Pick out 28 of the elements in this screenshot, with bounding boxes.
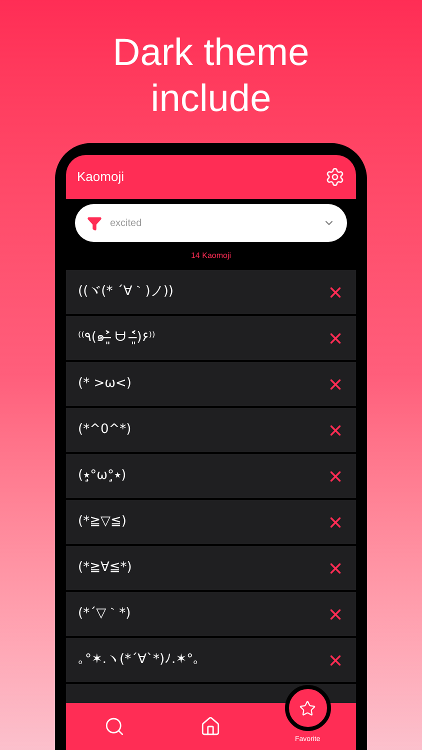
- kaomoji-text: (٭°̧̧̧ω°̧̧̧٭): [78, 467, 126, 486]
- app-title: Kaomoji: [77, 168, 124, 186]
- kaomoji-count: 14 Kaomoji: [190, 250, 232, 262]
- kaomoji-text: ｡°✶.ヽ(*´∀`*)ﾉ.✶°｡: [78, 651, 200, 670]
- kaomoji-row[interactable]: ｡°✶.ヽ(*´∀`*)ﾉ.✶°｡: [66, 638, 356, 682]
- settings-icon[interactable]: [325, 167, 345, 187]
- search-icon: [104, 716, 125, 737]
- kaomoji-row[interactable]: (*^0^*): [66, 408, 356, 452]
- headline: Dark theme: [112, 31, 310, 76]
- kaomoji-row[interactable]: (*≧▽≦): [66, 500, 356, 544]
- kaomoji-row[interactable]: (* >ω<): [66, 362, 356, 406]
- kaomoji-row[interactable]: ((ヾ(* ´∀｀)ノ)): [66, 270, 356, 314]
- filter-icon: [87, 216, 102, 230]
- kaomoji-text: (*´▽｀*): [78, 605, 131, 624]
- home-icon: [200, 716, 222, 737]
- kaomoji-text: (*≧∀≦*): [78, 559, 132, 578]
- kaomoji-text: (*≧▽≦): [78, 513, 126, 532]
- star-icon: [299, 700, 316, 716]
- kaomoji-text: (* >ω<): [78, 375, 132, 394]
- nav-button[interactable]: [284, 685, 331, 731]
- kaomoji-row[interactable]: (*≧∀≦*): [66, 546, 356, 590]
- kaomoji-row[interactable]: (*´▽｀*): [66, 592, 356, 636]
- kaomoji-text: ⁽⁽٩(๑˃̶͈̀ ᗨ ˂̶͈́)۶⁾⁾: [78, 329, 156, 348]
- kaomoji-text: (*^0^*): [78, 421, 132, 440]
- headline: include: [150, 77, 272, 122]
- kaomoji-row[interactable]: (٭°̧̧̧ω°̧̧̧٭): [66, 454, 356, 498]
- kaomoji-row[interactable]: ⁽⁽٩(๑˃̶͈̀ ᗨ ˂̶͈́)۶⁾⁾: [66, 316, 356, 360]
- kaomoji-text: ((ヾ(* ´∀｀)ノ)): [78, 283, 174, 302]
